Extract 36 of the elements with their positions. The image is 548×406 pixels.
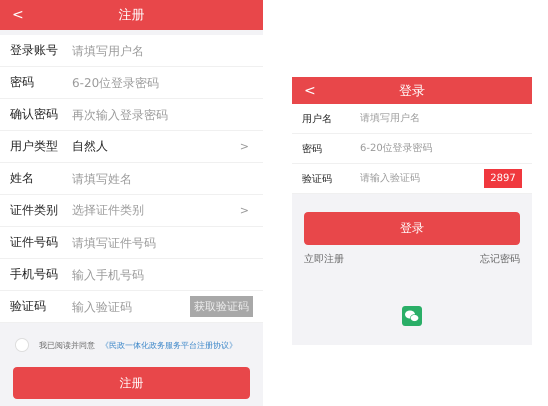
wechat-icon[interactable] <box>402 306 422 326</box>
login-button[interactable]: 登录 <box>304 212 520 245</box>
field-label: 密码 <box>10 74 35 91</box>
page-title: 注册 <box>118 7 144 24</box>
input-field[interactable]: 请填写用户名 <box>72 44 253 58</box>
page-title: 登录 <box>399 82 425 100</box>
field-label: 用户类型 <box>10 138 59 155</box>
field-label: 确认密码 <box>10 106 59 123</box>
register-link[interactable]: 立即注册 <box>304 252 344 266</box>
captcha-button[interactable]: 2897 <box>484 169 522 188</box>
chevron-icon: > <box>240 204 249 217</box>
input-field[interactable]: 请填写证件号码 <box>72 236 253 250</box>
field-label: 登录账号 <box>10 42 59 59</box>
input-field[interactable]: 再次输入登录密码 <box>72 108 253 122</box>
field-label: 证件号码 <box>10 234 59 251</box>
field-label: 验证码 <box>10 298 47 315</box>
forgot-password-link[interactable]: 忘记密码 <box>480 252 520 266</box>
input-field[interactable]: 请填写姓名 <box>72 172 253 186</box>
agreement-link[interactable]: 《民政一体化政务服务平台注册协议》 <box>101 340 237 350</box>
agree-checkbox[interactable] <box>15 338 29 352</box>
back-button[interactable]: < <box>8 7 28 23</box>
field-label: 验证码 <box>302 172 333 186</box>
chevron-icon: > <box>240 140 249 153</box>
field-label: 姓名 <box>10 170 35 187</box>
input-field[interactable]: 请输入验证码 <box>360 173 484 184</box>
register-button[interactable]: 注册 <box>13 367 250 399</box>
input-field[interactable]: 输入手机号码 <box>72 268 253 282</box>
input-field[interactable]: 6-20位登录密码 <box>72 76 253 90</box>
agreement-text: 我已阅读并同意 <box>39 340 95 350</box>
field-label: 证件类别 <box>10 202 59 219</box>
field-label: 手机号码 <box>10 266 59 283</box>
select-field[interactable]: 选择证件类别 <box>72 202 240 219</box>
select-field[interactable]: 自然人 <box>72 138 240 155</box>
field-label: 密码 <box>302 142 323 156</box>
back-button[interactable]: < <box>300 82 320 98</box>
field-label: 用户名 <box>302 112 333 126</box>
